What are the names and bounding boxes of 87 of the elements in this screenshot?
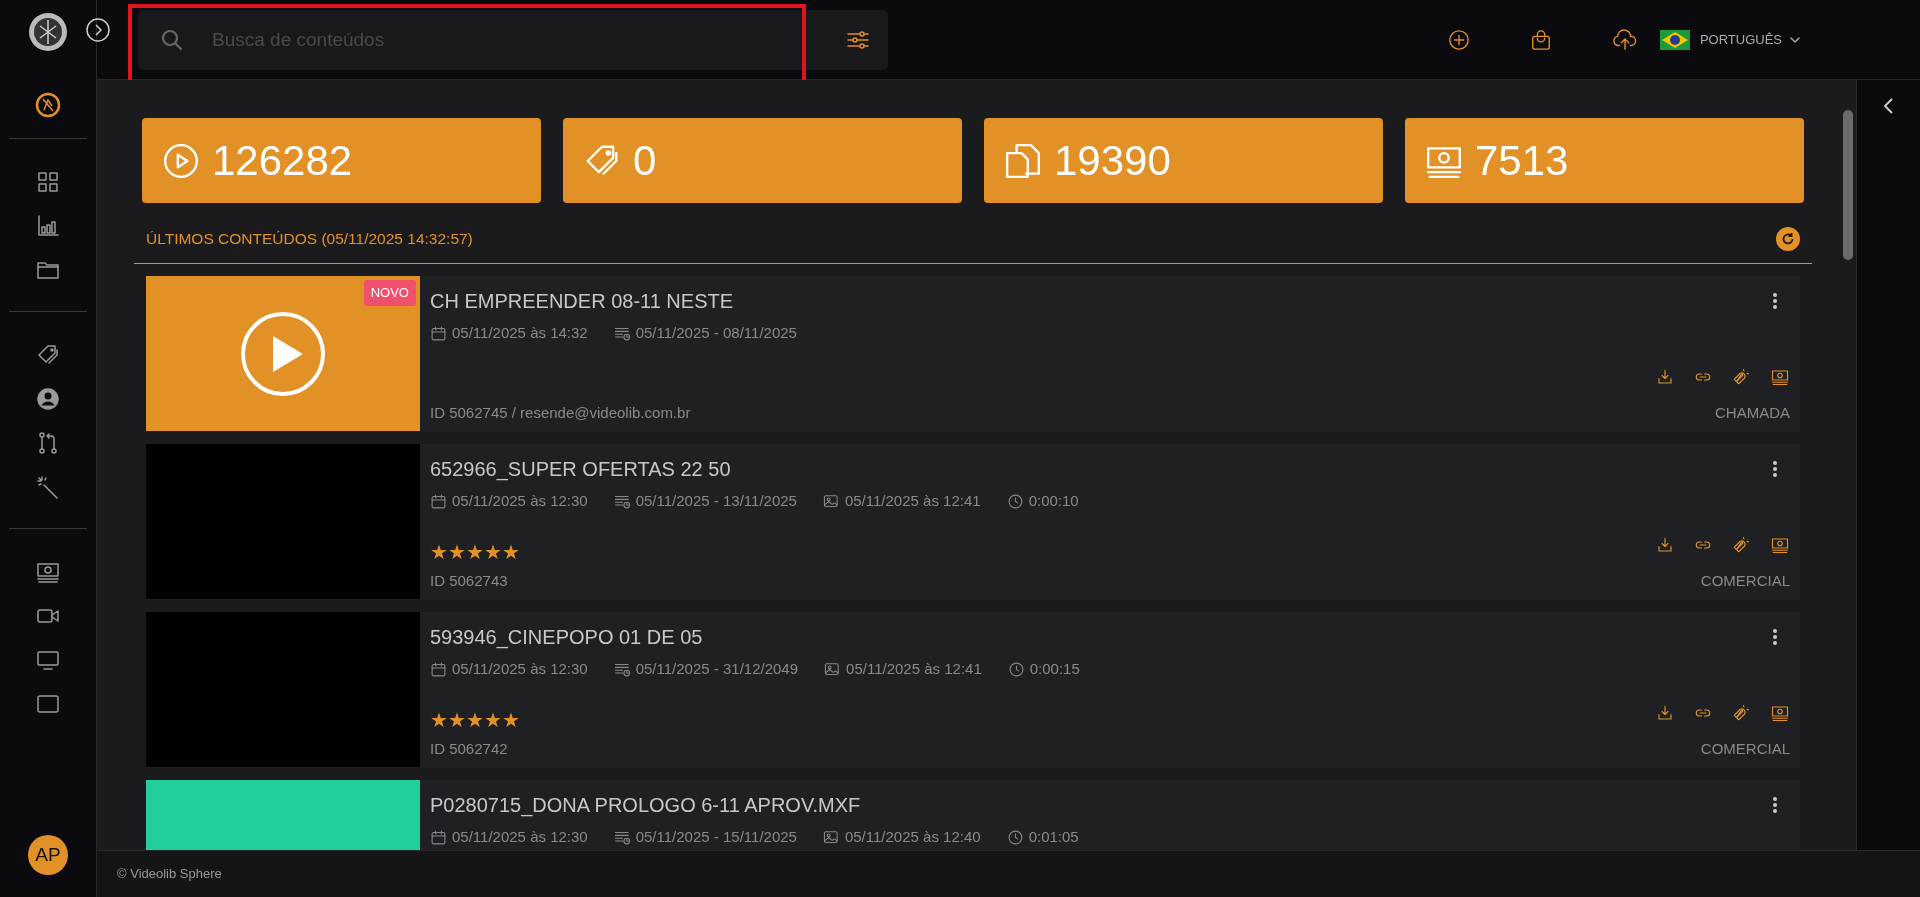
meta-text: 05/11/2025 - 15/11/2025 (635, 827, 797, 847)
more-options-icon[interactable] (1772, 292, 1778, 310)
meta-text: 05/11/2025 às 12:41 (846, 659, 982, 679)
stat-value: 126282 (212, 136, 353, 186)
image-icon (822, 492, 840, 510)
stat-value: 0 (633, 136, 657, 186)
meta-text: 05/11/2025 às 12:30 (452, 659, 588, 679)
content-category: CHAMADA (1715, 402, 1790, 423)
tags-icon[interactable] (36, 342, 60, 367)
thumbnail[interactable] (146, 444, 420, 599)
more-options-icon[interactable] (1772, 460, 1778, 478)
avatar[interactable]: AP (28, 835, 68, 875)
calendar-icon (430, 660, 447, 678)
magnet-icon[interactable] (1732, 367, 1750, 386)
branch-icon[interactable] (36, 430, 60, 455)
meta-text: 05/11/2025 às 12:30 (452, 827, 588, 847)
star-icon: ★ (466, 709, 484, 730)
calendar-icon (430, 828, 447, 846)
bar-chart-icon[interactable] (36, 213, 60, 238)
clock-icon (1007, 660, 1025, 678)
star-icon: ★ (430, 709, 448, 730)
download-icon[interactable] (1656, 367, 1674, 386)
star-icon: ★ (430, 541, 448, 562)
cloud-upload-icon[interactable] (1611, 28, 1638, 51)
play-circle-icon (162, 141, 200, 180)
thumbnail[interactable] (146, 612, 420, 767)
logo-icon[interactable] (35, 92, 61, 118)
user-icon[interactable] (36, 386, 60, 411)
clock-icon (1006, 492, 1024, 510)
meta-text: 05/11/2025 às 14:32 (452, 323, 588, 343)
content-title[interactable]: 593946_CINEPOPO 01 DE 05 (430, 622, 703, 652)
magnet-icon[interactable] (1732, 703, 1750, 722)
calendar-icon (430, 324, 447, 342)
money-icon[interactable] (1770, 535, 1790, 554)
section-title: ÚLTIMOS CONTEÚDOS (05/11/2025 14:32:57) (146, 229, 473, 250)
files-icon (1004, 141, 1042, 180)
meta-text: 05/11/2025 - 13/11/2025 (635, 491, 797, 511)
meta-text: 0:00:15 (1029, 659, 1080, 679)
meta-text: 0:01:05 (1028, 827, 1079, 847)
star-icon: ★ (466, 541, 484, 562)
meta-text: 05/11/2025 - 31/12/2049 (635, 659, 799, 679)
star-icon: ★ (484, 541, 502, 562)
content-title[interactable]: 652966_SUPER OFERTAS 22 50 (430, 454, 731, 484)
download-icon[interactable] (1656, 703, 1674, 722)
meta-text: 0:00:10 (1028, 491, 1079, 511)
grid-icon[interactable] (36, 169, 60, 194)
plus-circle-icon[interactable] (1447, 28, 1470, 51)
meta-text: 05/11/2025 - 08/11/2025 (635, 323, 797, 343)
clock-icon (1006, 828, 1024, 846)
scrollbar-thumb[interactable] (1843, 110, 1853, 260)
magic-wand-icon[interactable] (36, 474, 60, 499)
content-id: ID 5062742 (430, 738, 509, 759)
download-icon[interactable] (1656, 535, 1674, 554)
chevron-right-icon[interactable] (85, 17, 111, 43)
logo-icon[interactable] (28, 12, 68, 52)
more-options-icon[interactable] (1772, 796, 1778, 814)
star-icon: ★ (484, 709, 502, 730)
meta-text: 05/11/2025 às 12:30 (452, 491, 588, 511)
content-category: COMERCIAL (1700, 570, 1790, 591)
stat-value: 7513 (1475, 136, 1569, 186)
star-icon: ★ (502, 541, 520, 562)
star-icon: ★ (448, 709, 466, 730)
language-dropdown[interactable]: PORTUGUÊS (1699, 29, 1800, 50)
brazil-flag-icon[interactable] (1659, 29, 1690, 50)
money-icon[interactable] (1770, 703, 1790, 722)
star-icon: ★ (448, 541, 466, 562)
more-options-icon[interactable] (1772, 628, 1778, 646)
footer-text: © Videolib Sphere (117, 865, 222, 884)
calendar-icon (430, 492, 447, 510)
content-id: ID 5062743 (430, 570, 509, 591)
new-badge: NOVO (363, 280, 416, 306)
image-icon (822, 828, 840, 846)
content-id: ID 5062745 / resende@videolib.com.br (430, 402, 691, 423)
star-icon: ★ (502, 709, 520, 730)
caret-icon (1790, 34, 1800, 45)
content-title[interactable]: P0280715_DONA PROLOGO 6-11 APROV.MXF (430, 790, 861, 820)
shopping-bag-icon[interactable] (1529, 28, 1552, 51)
refresh-icon[interactable] (1776, 227, 1800, 251)
content-title[interactable]: CH EMPREENDER 08-11 NESTE (430, 286, 734, 316)
content-category: COMERCIAL (1700, 738, 1790, 759)
image-icon (824, 660, 842, 678)
search-icon (160, 27, 184, 52)
meta-text: 05/11/2025 às 12:41 (844, 491, 981, 511)
stat-value: 19390 (1054, 136, 1171, 186)
money-icon[interactable] (1770, 367, 1790, 386)
meta-text: 05/11/2025 às 12:40 (844, 827, 981, 847)
magnet-icon[interactable] (1732, 535, 1750, 554)
